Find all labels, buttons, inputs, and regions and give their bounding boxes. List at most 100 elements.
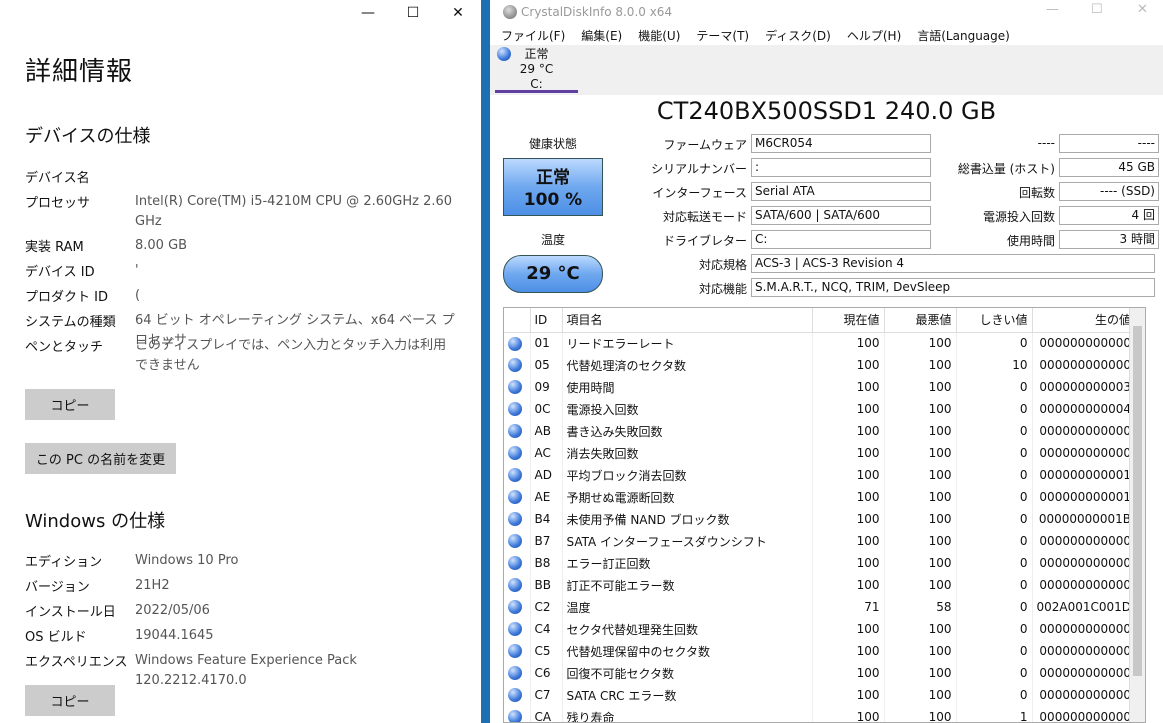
close-button[interactable]: ✕: [435, 0, 481, 26]
worst-cell: 100: [884, 420, 957, 442]
table-row[interactable]: BB 訂正不可能エラー数 100 100 0 000000000000: [504, 574, 1137, 596]
header-threshold[interactable]: しきい値: [956, 308, 1033, 333]
name-cell: 消去失敗回数: [562, 442, 813, 464]
status-good-icon: [508, 710, 522, 722]
table-row[interactable]: B7 SATA インターフェースダウンシフト 100 100 0 000000000000: [504, 530, 1137, 552]
threshold-cell: 1: [956, 706, 1033, 722]
id-cell: AE: [530, 486, 563, 508]
threshold-cell: 0: [956, 398, 1033, 420]
disk-tab-c[interactable]: 正常 29 °C C:: [495, 45, 578, 93]
status-good-icon: [508, 336, 522, 351]
status-cell: [504, 486, 531, 508]
disk-model-title: CT240BX500SSD1 240.0 GB: [656, 97, 997, 125]
table-row[interactable]: C2 温度 71 58 0 002A001C001D: [504, 596, 1137, 618]
table-row[interactable]: C5 代替処理保留中のセクタ数 100 100 0 000000000000: [504, 640, 1137, 662]
spec-value: 2022/05/06: [135, 603, 210, 618]
table-row[interactable]: C6 回復不可能セクタ数 100 100 0 000000000000: [504, 662, 1137, 684]
worst-cell: 58: [884, 596, 957, 618]
status-cell: [504, 706, 531, 722]
current-cell: 100: [812, 618, 885, 640]
worst-cell: 100: [884, 706, 957, 722]
rename-pc-button[interactable]: この PC の名前を変更: [25, 443, 176, 474]
status-cell: [504, 640, 531, 662]
menu-help[interactable]: ヘルプ(H): [836, 26, 906, 46]
scrollbar-thumb[interactable]: [1133, 326, 1142, 676]
worst-cell: 100: [884, 662, 957, 684]
header-raw[interactable]: 生の値: [1032, 308, 1137, 333]
raw-cell: 000000000000: [1032, 684, 1137, 706]
temperature-badge[interactable]: 29 °C: [503, 255, 603, 293]
standard-field: ACS-3 | ACS-3 Revision 4: [751, 254, 1155, 273]
table-row[interactable]: C7 SATA CRC エラー数 100 100 0 000000000000: [504, 684, 1137, 706]
threshold-cell: 0: [956, 376, 1033, 398]
status-cell: [504, 420, 531, 442]
smart-scrollbar[interactable]: [1129, 308, 1145, 722]
current-cell: 100: [812, 332, 885, 354]
id-cell: C2: [530, 596, 563, 618]
table-row[interactable]: B8 エラー訂正回数 100 100 0 000000000000: [504, 552, 1137, 574]
table-row[interactable]: 09 使用時間 100 100 0 000000000003: [504, 376, 1137, 398]
table-row[interactable]: AE 予期せぬ電源断回数 100 100 0 000000000001: [504, 486, 1137, 508]
features-label: 対応機能: [698, 282, 747, 296]
status-good-icon: [508, 490, 522, 505]
raw-cell: 002A001C001D: [1032, 596, 1137, 618]
header-name[interactable]: 項目名: [562, 308, 813, 333]
table-row[interactable]: AC 消去失敗回数 100 100 0 000000000000: [504, 442, 1137, 464]
raw-cell: 000000000000: [1032, 420, 1137, 442]
menu-language[interactable]: 言語(Language): [906, 26, 1015, 46]
name-cell: 予期せぬ電源断回数: [562, 486, 813, 508]
health-percent: 100 %: [523, 190, 583, 210]
serial-label: シリアルナンバー: [651, 162, 747, 176]
header-status[interactable]: [504, 308, 531, 333]
name-cell: 温度: [562, 596, 813, 618]
header-id[interactable]: ID: [530, 308, 563, 333]
table-row[interactable]: 0C 電源投入回数 100 100 0 000000000004: [504, 398, 1137, 420]
current-cell: 100: [812, 398, 885, 420]
status-cell: [504, 442, 531, 464]
name-cell: 平均ブロック消去回数: [562, 464, 813, 486]
interface-field: Serial ATA: [751, 182, 931, 201]
maximize-button[interactable]: ☐: [1091, 2, 1103, 17]
worst-cell: 100: [884, 464, 957, 486]
status-cell: [504, 618, 531, 640]
worst-cell: 100: [884, 508, 957, 530]
table-row[interactable]: 01 リードエラーレート 100 100 0 000000000000: [504, 332, 1137, 354]
maximize-button[interactable]: ☐: [390, 0, 436, 26]
name-cell: 未使用予備 NAND ブロック数: [562, 508, 813, 530]
copy-button-2[interactable]: コピー: [25, 685, 115, 716]
worst-cell: 100: [884, 618, 957, 640]
minimize-button[interactable]: —: [1046, 2, 1059, 17]
power-count-field: 4 回: [1059, 206, 1159, 225]
raw-cell: 000000000000: [1032, 354, 1137, 376]
status-good-icon: [508, 666, 522, 681]
close-button[interactable]: ✕: [1137, 2, 1148, 17]
smart-table[interactable]: ID 項目名 現在値 最悪値 しきい値 生の値 01 リードエラーレート 100 10…: [503, 307, 1146, 723]
worst-cell: 100: [884, 684, 957, 706]
spec-key: エディション: [25, 555, 103, 570]
header-current[interactable]: 現在値: [812, 308, 885, 333]
health-status-badge[interactable]: 正常 100 %: [503, 158, 603, 216]
raw-cell: 000000000000: [1032, 552, 1137, 574]
menu-edit[interactable]: 編集(E): [570, 26, 627, 46]
current-cell: 100: [812, 530, 885, 552]
table-row[interactable]: AD 平均ブロック消去回数 100 100 0 000000000001: [504, 464, 1137, 486]
status-good-icon: [508, 534, 522, 549]
name-cell: エラー訂正回数: [562, 552, 813, 574]
header-worst[interactable]: 最悪値: [884, 308, 957, 333]
current-cell: 100: [812, 684, 885, 706]
table-row[interactable]: AB 書き込み失敗回数 100 100 0 000000000000: [504, 420, 1137, 442]
copy-button[interactable]: コピー: [25, 389, 115, 420]
menu-function[interactable]: 機能(U): [627, 26, 685, 46]
menu-disk[interactable]: ディスク(D): [754, 26, 836, 46]
temperature-label: 温度: [540, 233, 565, 247]
raw-cell: 000000000000: [1032, 574, 1137, 596]
threshold-cell: 0: [956, 332, 1033, 354]
table-row[interactable]: C4 セクタ代替処理発生回数 100 100 0 000000000000: [504, 618, 1137, 640]
worst-cell: 100: [884, 442, 957, 464]
menu-file[interactable]: ファイル(F): [490, 26, 570, 46]
table-row[interactable]: 05 代替処理済のセクタ数 100 100 10 000000000000: [504, 354, 1137, 376]
table-row[interactable]: B4 未使用予備 NAND ブロック数 100 100 0 00000000001B: [504, 508, 1137, 530]
table-row[interactable]: CA 残り寿命 100 100 1 000000000000: [504, 706, 1137, 722]
menu-theme[interactable]: テーマ(T): [685, 26, 754, 46]
minimize-button[interactable]: —: [345, 0, 391, 26]
